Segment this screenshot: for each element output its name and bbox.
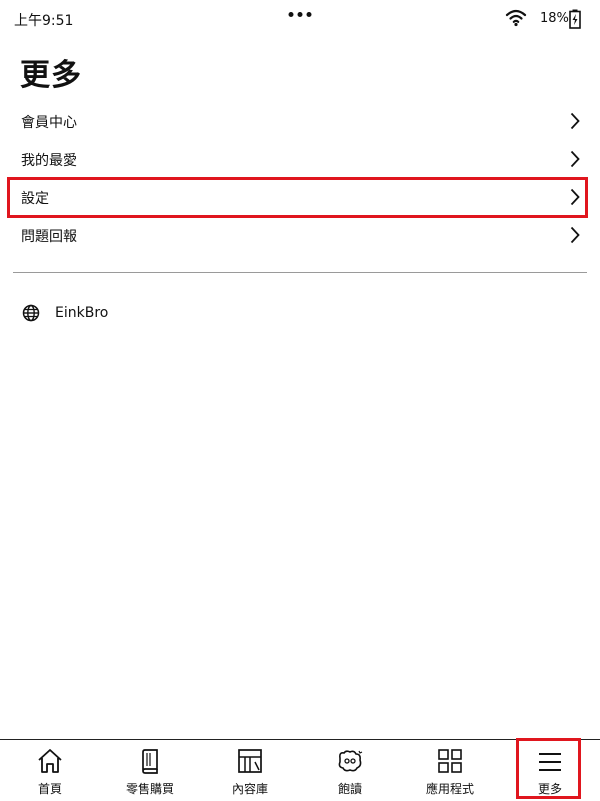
status-time: 上午9:51 — [14, 13, 74, 29]
page-title: 更多 — [20, 58, 82, 93]
nav-item-retail-purchase[interactable]: 零售購買 — [100, 740, 200, 801]
library-icon — [238, 749, 262, 773]
menu-item-label: 會員中心 — [21, 115, 77, 131]
menu-item-label: 我的最愛 — [21, 153, 77, 169]
app-item-einkbro[interactable]: EinkBro — [0, 296, 600, 332]
menu-item-member-center[interactable]: 會員中心 — [0, 102, 600, 140]
nav-label: 飽讀 — [337, 782, 362, 796]
status-bar: 上午9:51 18% — [0, 0, 600, 38]
nav-label: 更多 — [537, 782, 562, 796]
menu-list: 會員中心 我的最愛 設定 問題回報 — [0, 102, 600, 254]
nav-item-home[interactable]: 首頁 — [0, 740, 100, 801]
globe-icon — [22, 304, 40, 322]
nav-label: 零售購買 — [125, 782, 174, 796]
nav-label: 應用程式 — [425, 782, 474, 796]
chevron-right-icon — [570, 150, 580, 168]
book-icon — [142, 749, 158, 774]
subscription-icon — [338, 750, 363, 772]
apps-grid-icon — [438, 749, 462, 773]
menu-item-report-issue[interactable]: 問題回報 — [0, 216, 600, 254]
nav-label: 首頁 — [37, 782, 62, 796]
nav-item-library[interactable]: 內容庫 — [200, 740, 300, 801]
nav-item-apps[interactable]: 應用程式 — [400, 740, 500, 801]
nav-label: 內容庫 — [231, 782, 268, 796]
nav-item-subscription[interactable]: 飽讀 — [300, 740, 400, 801]
menu-item-label: 問題回報 — [21, 229, 77, 245]
chevron-right-icon — [570, 226, 580, 244]
wifi-icon — [505, 9, 527, 27]
menu-item-settings[interactable]: 設定 — [0, 178, 600, 216]
menu-item-favorites[interactable]: 我的最愛 — [0, 140, 600, 178]
battery-level: 18% — [540, 11, 569, 26]
app-label: EinkBro — [55, 305, 109, 321]
hamburger-menu-icon — [539, 753, 561, 771]
nav-item-more[interactable]: 更多 — [500, 740, 600, 801]
more-dots-icon[interactable] — [288, 12, 312, 17]
menu-item-label: 設定 — [21, 191, 49, 207]
battery-charging-icon — [569, 9, 581, 29]
divider — [13, 272, 587, 273]
chevron-right-icon — [570, 112, 580, 130]
home-icon — [38, 749, 62, 773]
bottom-nav: 首頁 零售購買 內容庫 飽讀 應用程式 更多 — [0, 739, 600, 801]
chevron-right-icon — [570, 188, 580, 206]
